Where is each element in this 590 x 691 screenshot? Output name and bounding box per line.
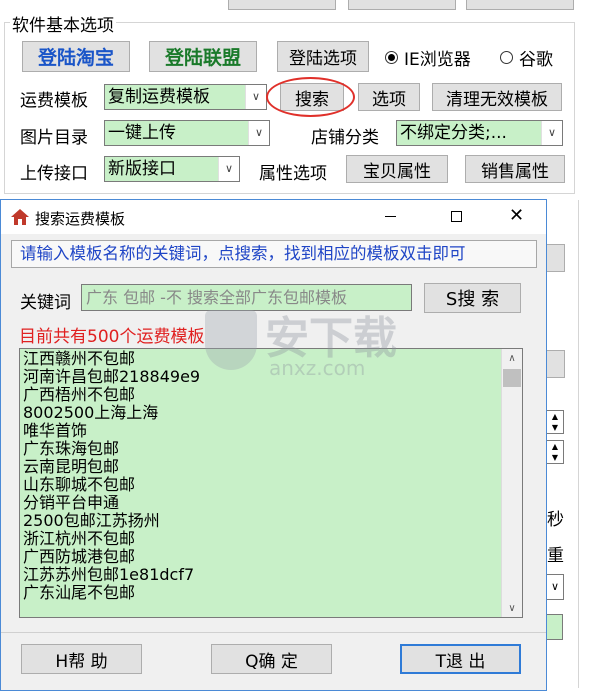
freight-template-combo[interactable]: 复制运费模板 ∨ (104, 84, 267, 110)
shop-category-combo[interactable]: 不绑定分类;... ∨ (396, 120, 563, 146)
group-title: 软件基本选项 (10, 11, 116, 36)
radio-ie[interactable]: IE浏览器 (385, 47, 495, 70)
radio-google-circle[interactable] (500, 50, 513, 64)
dialog-title: 搜索运费模板 (35, 210, 126, 228)
ok-button[interactable]: Q确 定 (211, 644, 332, 674)
freight-template-value: 复制运费模板 (108, 87, 210, 107)
list-item[interactable]: 8002500上海上海 (20, 404, 522, 422)
watermark-shield-icon (205, 310, 257, 370)
right-partial-button-1[interactable] (547, 244, 565, 272)
dialog-bottom-divider (1, 632, 546, 633)
right-partial-field[interactable] (547, 614, 563, 640)
upload-api-combo[interactable]: 新版接口 ∨ (104, 156, 240, 182)
list-item[interactable]: 云南昆明包邮 (20, 458, 522, 476)
chevron-down-icon[interactable]: ∨ (248, 121, 269, 145)
top-cutoff-button-1[interactable] (228, 0, 336, 10)
shop-category-label: 店铺分类 (311, 128, 379, 148)
image-directory-value: 一键上传 (108, 123, 176, 143)
radio-ie-label: IE浏览器 (404, 49, 471, 70)
exit-button[interactable]: T退 出 (400, 644, 521, 674)
list-item[interactable]: 唯华首饰 (20, 422, 522, 440)
right-spinner-1[interactable]: ▲ ▼ (547, 410, 564, 434)
sale-attributes-button[interactable]: 销售属性 (465, 155, 565, 183)
upload-api-value: 新版接口 (108, 159, 176, 179)
right-spinner-2[interactable]: ▲ ▼ (547, 440, 564, 464)
maximize-icon[interactable] (451, 211, 462, 222)
dialog-search-button[interactable]: S搜 索 (424, 283, 521, 313)
right-char-seconds: 秒 (547, 510, 564, 530)
list-item[interactable]: 山东聊城不包邮 (20, 476, 522, 494)
chevron-down-icon[interactable]: ∨ (541, 121, 562, 145)
close-icon[interactable]: ✕ (509, 207, 525, 225)
right-partial-button-2[interactable] (547, 350, 565, 378)
radio-ie-circle[interactable] (385, 50, 398, 64)
shop-category-value: 不绑定分类;... (400, 123, 507, 143)
dialog-titlebar[interactable]: 搜索运费模板 ✕ (1, 200, 546, 234)
minimize-icon[interactable] (385, 216, 396, 217)
right-char-weight: 重 (547, 546, 564, 566)
freight-template-label: 运费模板 (20, 91, 88, 111)
radio-ie-dot (388, 53, 395, 61)
item-attributes-button[interactable]: 宝贝属性 (346, 155, 448, 183)
top-cutoff-button-3[interactable] (466, 0, 574, 10)
login-taobao-button[interactable]: 登陆淘宝 (22, 41, 130, 72)
login-alliance-button[interactable]: 登陆联盟 (149, 41, 257, 72)
right-partial-combo[interactable]: ∨ (547, 574, 564, 600)
list-item[interactable]: 广东珠海包邮 (20, 440, 522, 458)
keyword-label: 关键词 (20, 293, 71, 313)
scrollbar-thumb[interactable] (503, 369, 521, 387)
scroll-down-icon[interactable]: ∨ (502, 599, 522, 617)
help-button[interactable]: H帮 助 (21, 644, 142, 674)
vertical-scrollbar[interactable]: ∧ ∨ (501, 349, 522, 617)
chevron-down-icon[interactable]: ∨ (245, 85, 266, 109)
list-item[interactable]: 广东汕尾不包邮 (20, 584, 522, 602)
list-item[interactable]: 江苏苏州包邮1e81dcf7 (20, 566, 522, 584)
clear-invalid-templates-button[interactable]: 清理无效模板 (432, 83, 562, 111)
highlight-circle (266, 77, 355, 117)
login-options-button[interactable]: 登陆选项 (277, 41, 369, 72)
top-cutoff-button-2[interactable] (348, 0, 456, 10)
instruction-banner: 请输入模板名称的关键词，点搜索，找到相应的模板双击即可 (11, 240, 537, 268)
template-count-text: 目前共有500个运费模板 (19, 327, 205, 347)
list-item[interactable]: 广西防城港包邮 (20, 548, 522, 566)
watermark-text-en: anxz.com (269, 356, 366, 380)
upload-api-label: 上传接口 (20, 164, 88, 184)
list-item[interactable]: 分销平台申通 (20, 494, 522, 512)
chevron-down-icon[interactable]: ∨ (218, 157, 239, 181)
app-house-icon (11, 209, 29, 225)
watermark: 安下载 anxz.com (205, 300, 435, 390)
list-item[interactable]: 浙江杭州不包邮 (20, 530, 522, 548)
scroll-up-icon[interactable]: ∧ (502, 349, 522, 367)
radio-google[interactable]: 谷歌 (500, 47, 570, 70)
image-directory-combo[interactable]: 一键上传 ∨ (104, 120, 270, 146)
radio-google-label: 谷歌 (519, 49, 553, 70)
image-directory-label: 图片目录 (20, 128, 88, 148)
list-item[interactable]: 2500包邮江苏扬州 (20, 512, 522, 530)
attribute-options-label: 属性选项 (259, 164, 327, 184)
options-button[interactable]: 选项 (358, 83, 420, 111)
